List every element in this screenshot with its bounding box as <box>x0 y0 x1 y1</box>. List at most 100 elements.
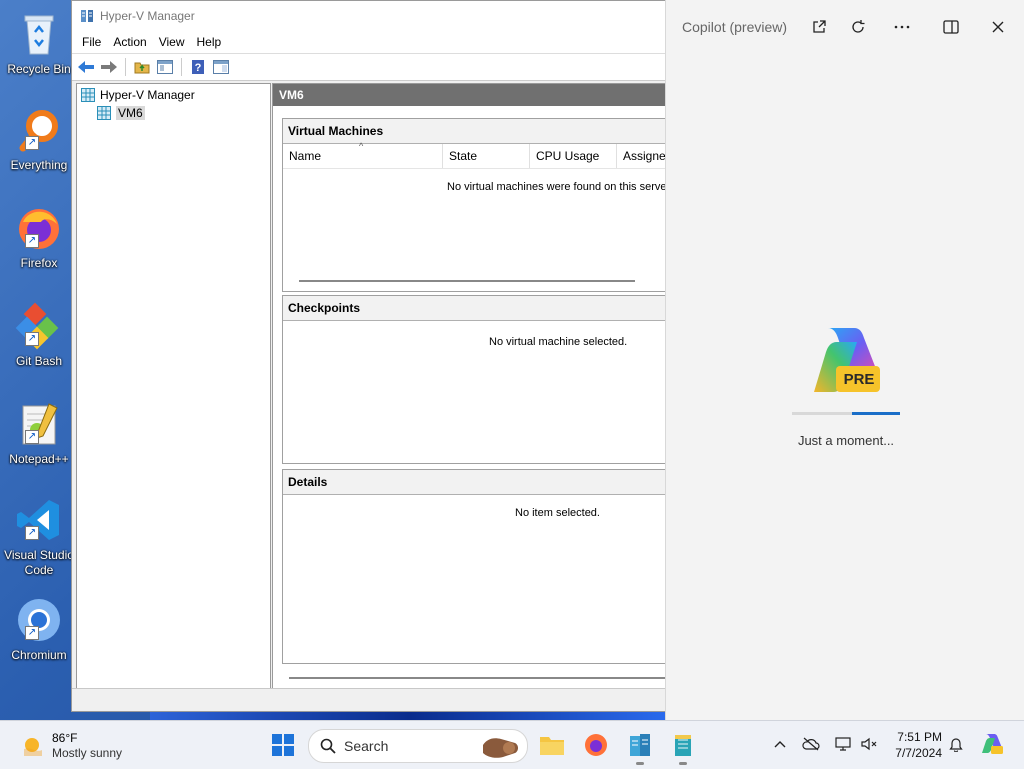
desktop-icon-label: Git Bash <box>15 354 63 368</box>
menu-view[interactable]: View <box>153 35 191 49</box>
running-indicator <box>636 762 644 765</box>
shortcut-arrow-icon: ↗ <box>25 626 39 640</box>
refresh-icon[interactable] <box>847 16 869 38</box>
desktop-icon-chromium[interactable]: ↗ Chromium <box>0 596 78 663</box>
tree-item-label: Hyper-V Manager <box>100 88 195 102</box>
firefox-taskbar-icon[interactable] <box>583 732 609 758</box>
empty-message: No virtual machine selected. <box>489 336 628 348</box>
tree-item-label: VM6 <box>116 106 145 120</box>
virtual-machines-pane: Virtual Machines Name ^ State CPU Usage … <box>282 118 667 292</box>
details-pane: Details No item selected. <box>282 469 667 664</box>
hyperv-taskbar-icon[interactable] <box>627 732 653 765</box>
menu-action[interactable]: Action <box>107 35 152 49</box>
sunny-weather-icon <box>20 733 44 760</box>
title-bar[interactable]: Hyper-V Manager <box>72 1 665 31</box>
tree-item-vm6[interactable]: VM6 <box>77 104 270 122</box>
loading-status: Just a moment... <box>797 433 895 448</box>
loading-progress-bar <box>792 412 900 415</box>
show-hide-tree-icon[interactable] <box>155 57 175 77</box>
vscode-icon: ↗ <box>15 496 63 544</box>
shortcut-arrow-icon: ↗ <box>25 136 39 150</box>
sort-ascending-icon: ^ <box>359 141 364 151</box>
desktop-icon-notepad-plus-plus[interactable]: ↗ Notepad++ <box>0 400 78 467</box>
clock-date: 7/7/2024 <box>895 746 942 760</box>
open-external-icon[interactable] <box>808 16 830 38</box>
toolbar-separator <box>181 58 182 76</box>
running-indicator <box>679 762 687 765</box>
taskbar-search[interactable]: Search <box>308 729 528 763</box>
help-icon[interactable]: ? <box>188 57 208 77</box>
taskbar-clock[interactable]: 7:51 PM 7/7/2024 <box>880 729 942 761</box>
search-placeholder: Search <box>344 738 389 754</box>
tree-item-hyperv-manager[interactable]: Hyper-V Manager <box>77 86 270 104</box>
shortcut-arrow-icon: ↗ <box>25 234 39 248</box>
status-bar <box>72 688 665 711</box>
windows-logo-icon <box>272 734 282 744</box>
svg-text:?: ? <box>195 62 202 74</box>
search-icon <box>320 738 336 754</box>
column-header-assigned-memory[interactable]: Assigne <box>617 144 667 168</box>
checkpoints-pane: Checkpoints No virtual machine selected. <box>282 295 667 464</box>
recycle-bin-icon <box>15 10 63 58</box>
weather-widget[interactable]: 86°F Mostly sunny <box>20 731 122 761</box>
shortcut-arrow-icon: ↗ <box>25 526 39 540</box>
chevron-up-icon[interactable] <box>771 735 789 753</box>
notification-bell-icon[interactable] <box>947 735 965 753</box>
menu-file[interactable]: File <box>76 35 107 49</box>
search-magnifier-icon: ↗ <box>15 106 63 154</box>
desktop-icon-label: Notepad++ <box>9 452 69 466</box>
copilot-taskbar-icon[interactable] <box>980 732 1004 756</box>
hyperv-manager-icon <box>81 88 95 102</box>
column-header-label: Assigne <box>623 149 666 163</box>
menu-help[interactable]: Help <box>191 35 228 49</box>
weather-desc: Mostly sunny <box>52 746 123 760</box>
chromium-icon: ↗ <box>15 596 63 644</box>
hyperv-connection-taskbar-icon[interactable] <box>670 732 696 765</box>
column-header-state[interactable]: State <box>443 144 530 168</box>
desktop-icon-label: Chromium <box>11 648 67 662</box>
toolbar: ? <box>72 53 665 81</box>
close-icon[interactable] <box>987 16 1009 38</box>
column-header-name[interactable]: Name ^ <box>283 141 443 168</box>
desktop-icon-firefox[interactable]: ↗ Firefox <box>0 204 78 271</box>
start-button[interactable] <box>272 734 294 756</box>
notepad-plus-plus-icon: ↗ <box>15 400 63 448</box>
desktop-icon-recycle-bin[interactable]: Recycle Bin <box>0 10 78 77</box>
pane-title: Virtual Machines <box>283 119 667 144</box>
pane-title: Details <box>283 470 667 495</box>
shortcut-arrow-icon: ↗ <box>25 332 39 346</box>
desktop-icon-vscode[interactable]: ↗ Visual Studio Code <box>0 496 78 578</box>
action-pane-icon[interactable] <box>211 57 231 77</box>
desktop-icon-everything[interactable]: ↗ Everything <box>0 106 78 173</box>
network-icon[interactable] <box>834 735 852 753</box>
onedrive-offline-icon[interactable] <box>802 735 820 753</box>
menu-bar: File Action View Help <box>72 31 665 53</box>
forward-arrow-icon[interactable] <box>99 57 119 77</box>
search-highlight-icon <box>481 733 521 762</box>
navigation-tree: Hyper-V Manager VM6 <box>76 83 271 689</box>
desktop-icon-label: Recycle Bin <box>7 62 71 76</box>
empty-message: No item selected. <box>515 507 600 519</box>
more-options-icon[interactable] <box>891 16 913 38</box>
window-title: Hyper-V Manager <box>100 9 195 23</box>
pane-title: Checkpoints <box>283 296 667 321</box>
desktop-icon-label: Visual Studio Code <box>4 548 74 577</box>
loading-progress-fill <box>852 412 900 415</box>
windows-logo-icon <box>284 746 294 756</box>
desktop-icon-git-bash[interactable]: ↗ Git Bash <box>0 302 78 369</box>
speaker-muted-icon[interactable] <box>860 735 878 753</box>
back-arrow-icon[interactable] <box>76 57 96 77</box>
weather-temp: 86°F <box>52 731 78 745</box>
column-header-cpu-usage[interactable]: CPU Usage <box>530 144 617 168</box>
hyperv-window: Hyper-V Manager File Action View Help ? <box>71 0 668 712</box>
horizontal-scrollbar[interactable] <box>299 280 635 282</box>
file-explorer-icon[interactable] <box>539 732 565 758</box>
copilot-title: Copilot (preview) <box>682 19 788 35</box>
column-header-label: State <box>449 149 478 163</box>
dock-side-icon[interactable] <box>940 16 962 38</box>
content-scrollbar[interactable] <box>289 677 667 679</box>
column-header-label: Name <box>289 149 322 163</box>
folder-up-icon[interactable] <box>132 57 152 77</box>
desktop-icon-label: Firefox <box>20 256 58 270</box>
copilot-logo: PRE <box>806 322 886 402</box>
